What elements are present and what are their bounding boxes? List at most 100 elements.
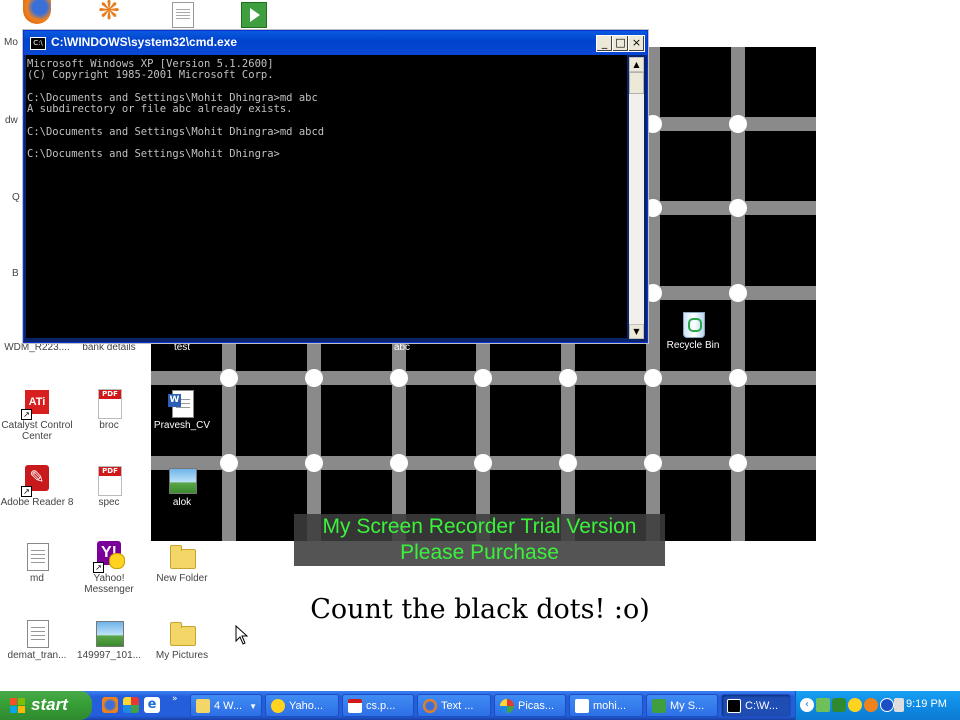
desktop-icon-demat[interactable]: demat_tran... [0, 618, 74, 661]
desktop-icon-label: My Pictures [155, 650, 209, 661]
partial-label-1: Mo [4, 37, 18, 48]
notepad-desktop-icon[interactable] [172, 2, 194, 28]
taskbar-button-firefox[interactable]: Text ... [417, 694, 491, 717]
tray-collapse-arrow-icon[interactable]: ‹ [800, 698, 814, 712]
partial-label-4: B [12, 268, 19, 279]
desktop-icon-test[interactable]: test [145, 342, 219, 353]
firefox-icon [423, 699, 437, 713]
taskbar-clock[interactable]: 9:19 PM [906, 698, 947, 710]
desktop-icon-my-pictures[interactable]: My Pictures [145, 618, 219, 661]
tray-network-icon[interactable] [816, 698, 830, 712]
quicklaunch-chevron-icon[interactable]: » [172, 694, 178, 704]
desktop-icon-label: New Folder [156, 573, 208, 584]
pdf-file-icon: PDF [93, 388, 125, 420]
cmd-titlebar[interactable]: C:\ C:\WINDOWS\system32\cmd.exe _ □ × [24, 31, 647, 55]
desktop-icon-alok[interactable]: alok [145, 465, 219, 508]
maximize-button[interactable]: □ [612, 35, 629, 52]
desktop-icon-label: Pravesh_CV [153, 420, 211, 431]
desktop-icon-md[interactable]: md [0, 541, 74, 584]
desktop-icon-label: 149997_101... [77, 650, 141, 661]
taskbar-button-label: cs.p... [366, 700, 396, 712]
picture-icon [166, 465, 198, 497]
console-output-area[interactable]: Microsoft Windows XP [Version 5.1.2600] … [26, 55, 627, 338]
media-desktop-icon[interactable] [241, 2, 267, 28]
desktop-icon-catalyst[interactable]: ATi ↗ Catalyst Control Center [0, 388, 74, 442]
watermark-line-2: Please Purchase [400, 541, 559, 564]
desktop-icon-yahoo-messenger[interactable]: Y! ↗ Yahoo! Messenger [72, 541, 146, 595]
quicklaunch-picasa-icon[interactable] [123, 697, 139, 713]
recorder-watermark: My Screen Recorder Trial Version Please … [294, 514, 665, 566]
start-button[interactable]: start [0, 691, 92, 720]
taskbar-button-mohit[interactable]: mohi... [569, 694, 643, 717]
console-text: Microsoft Windows XP [Version 5.1.2600] … [27, 58, 325, 161]
tray-bluetooth-icon[interactable] [880, 698, 894, 712]
notepad-icon [176, 7, 190, 21]
desktop-icon-spec[interactable]: PDF spec [72, 465, 146, 508]
tray-firefox-icon[interactable] [864, 698, 878, 712]
snowflake-desktop-icon[interactable]: ❋ [96, 0, 124, 24]
pdf-file-icon: PDF [93, 465, 125, 497]
folder-icon [166, 541, 198, 573]
close-button[interactable]: × [628, 35, 645, 52]
tray-yahoo-icon[interactable] [848, 698, 862, 712]
firefox-icon [23, 0, 51, 24]
taskbar-button-picasa[interactable]: Picas... [494, 694, 566, 717]
mouse-cursor-icon [235, 625, 249, 645]
ati-icon: ATi ↗ [21, 388, 53, 420]
text-file-icon [21, 541, 53, 573]
firefox-desktop-icon[interactable] [23, 0, 53, 24]
picture-icon [93, 618, 125, 650]
text-file-icon [21, 618, 53, 650]
desktop-icon-149997[interactable]: 149997_101... [72, 618, 146, 661]
taskbar-button-label: Text ... [441, 700, 474, 712]
taskbar-button-label: Yaho... [289, 700, 324, 712]
yahoo-messenger-icon: Y! ↗ [93, 541, 125, 573]
start-label: start [31, 695, 68, 714]
console-icon[interactable]: C:\ [30, 37, 46, 50]
scroll-thumb[interactable] [629, 72, 644, 94]
adobe-reader-icon: ✎ ↗ [21, 465, 53, 497]
quicklaunch-firefox-icon[interactable] [102, 697, 118, 713]
taskbar-button-screen-recorder[interactable]: My S... [646, 694, 718, 717]
taskbar: start e » 4 W... ▼ Yaho... cs.p... Text … [0, 691, 960, 720]
system-tray: ‹ 9:19 PM [795, 691, 960, 720]
desktop-icon-adobe-reader[interactable]: ✎ ↗ Adobe Reader 8 [0, 465, 74, 508]
desktop-icon-label: spec [98, 497, 120, 508]
taskbar-button-label: mohi... [593, 700, 627, 712]
taskbar-button-label: Picas... [518, 700, 555, 712]
window-title: C:\WINDOWS\system32\cmd.exe [51, 35, 238, 49]
taskbar-button-yahoo[interactable]: Yaho... [265, 694, 339, 717]
taskbar-button-pdf[interactable]: cs.p... [342, 694, 414, 717]
tray-volume-icon[interactable] [894, 698, 904, 712]
scroll-down-arrow-icon[interactable]: ▼ [629, 324, 644, 339]
snowflake-icon: ❋ [98, 0, 120, 26]
recycle-bin-icon [677, 308, 709, 340]
desktop-icon-abc[interactable]: abc [365, 342, 439, 353]
minimize-button[interactable]: _ [596, 35, 613, 52]
desktop-icon-bank-details[interactable]: bank details [72, 342, 146, 353]
desktop-icon-recycle-bin[interactable]: Recycle Bin [656, 308, 730, 351]
wallpaper-caption: Count the black dots! :o) [310, 594, 650, 625]
desktop-icon-broc[interactable]: PDF broc [72, 388, 146, 431]
taskbar-button-label: C:\W... [745, 700, 778, 712]
taskbar-button-label: 4 W... [214, 700, 243, 712]
tray-shield-icon[interactable] [832, 698, 846, 712]
word-document-icon: W [166, 388, 198, 420]
partial-label-3: Q [12, 192, 20, 203]
desktop-icon-label: test [173, 342, 191, 353]
scroll-up-arrow-icon[interactable]: ▲ [629, 57, 644, 72]
taskbar-button-cmd[interactable]: C:\W... [721, 694, 791, 717]
vertical-scrollbar[interactable]: ▲ ▼ [629, 57, 644, 339]
taskbar-button-explorer[interactable]: 4 W... ▼ [190, 694, 262, 717]
desktop-icon-new-folder[interactable]: New Folder [145, 541, 219, 584]
cmd-window[interactable]: C:\ C:\WINDOWS\system32\cmd.exe _ □ × Mi… [23, 30, 648, 343]
desktop-icon-label: demat_tran... [7, 650, 67, 661]
play-icon [250, 8, 260, 22]
quicklaunch-ie-icon[interactable]: e [144, 697, 160, 713]
desktop-icon-pravesh-cv[interactable]: W Pravesh_CV [145, 388, 219, 431]
recorder-icon [652, 699, 666, 713]
desktop-icon-label: md [30, 573, 44, 584]
folder-icon [196, 699, 210, 713]
desktop-icon-wdm[interactable]: WDM_R223.... [0, 342, 74, 353]
desktop-icon-label: WDM_R223.... [4, 342, 70, 353]
